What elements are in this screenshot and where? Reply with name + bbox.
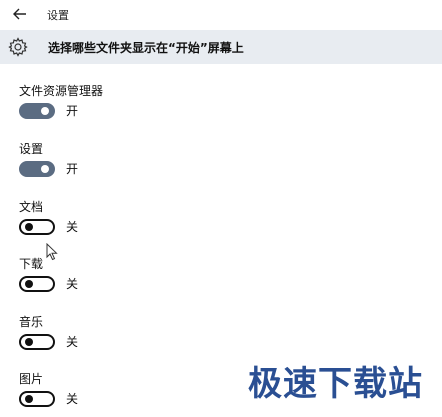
documents-toggle[interactable] [19, 218, 55, 235]
setting-label: 文档 [19, 200, 44, 214]
toggle-state-label: 关 [66, 335, 79, 349]
back-button[interactable] [9, 4, 31, 24]
settings-toggle[interactable] [19, 160, 55, 177]
setting-label: 下载 [19, 257, 44, 271]
toggle-knob [41, 164, 49, 173]
music-toggle[interactable] [19, 333, 55, 350]
setting-settings: 设置 开 [19, 140, 78, 177]
setting-file-explorer: 文件资源管理器 开 [19, 82, 104, 119]
setting-label: 文件资源管理器 [19, 84, 104, 98]
setting-documents: 文档 关 [19, 198, 78, 235]
page-title: 选择哪些文件夹显示在“开始”屏幕上 [48, 41, 244, 55]
toggle-knob [25, 337, 33, 346]
gear-icon [8, 37, 28, 57]
setting-pictures: 图片 关 [19, 370, 78, 407]
toggle-state-label: 开 [66, 162, 79, 176]
toggle-knob [41, 106, 49, 115]
pictures-toggle[interactable] [19, 390, 55, 407]
file-explorer-toggle[interactable] [19, 102, 55, 119]
window-title: 设置 [47, 9, 69, 22]
title-bar: 设置 [0, 0, 442, 30]
downloads-toggle[interactable] [19, 275, 55, 292]
setting-downloads: 下载 关 [19, 255, 78, 292]
setting-label: 音乐 [19, 315, 44, 329]
setting-label: 图片 [19, 372, 44, 386]
setting-music: 音乐 关 [19, 313, 78, 350]
toggle-knob [25, 279, 33, 288]
toggle-state-label: 关 [66, 392, 79, 406]
setting-label: 设置 [19, 142, 44, 156]
watermark-logo: 极速下载站 [248, 364, 423, 404]
toggle-state-label: 关 [66, 277, 79, 291]
toggle-state-label: 开 [66, 104, 79, 118]
toggle-state-label: 关 [66, 220, 79, 234]
toggle-knob [25, 222, 33, 231]
mouse-pointer-icon [46, 243, 58, 261]
back-arrow-icon [13, 8, 26, 20]
page-header: 选择哪些文件夹显示在“开始”屏幕上 [0, 30, 442, 64]
toggle-knob [25, 394, 33, 403]
